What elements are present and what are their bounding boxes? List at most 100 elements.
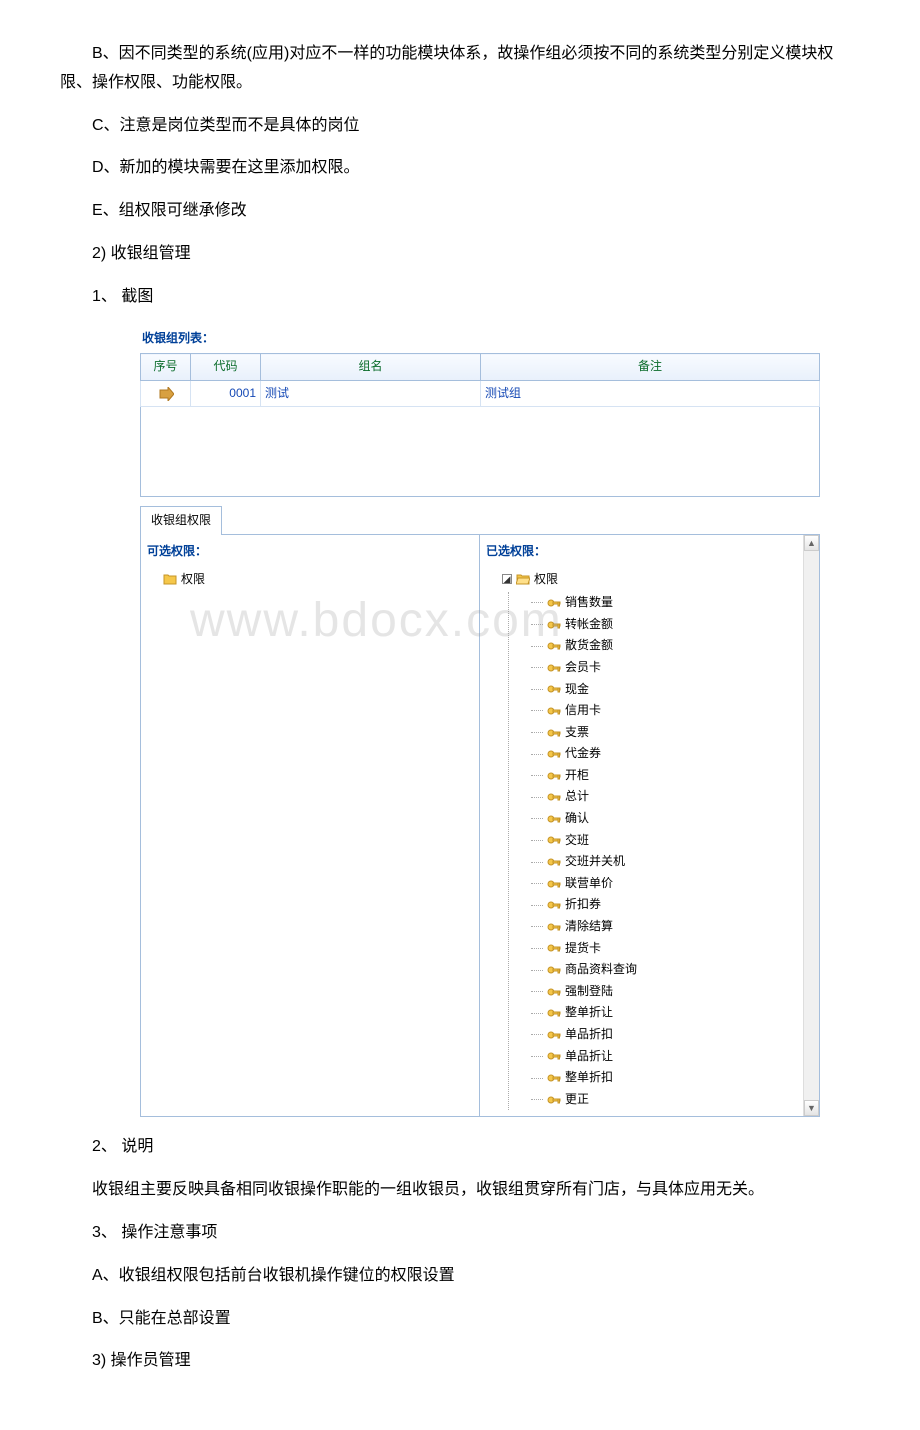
tree-root-selected-label: 权限: [534, 569, 558, 591]
tree-item-label: 现金: [565, 679, 589, 701]
table-header-row: 序号 代码 组名 备注: [141, 354, 820, 381]
tree-item[interactable]: 整单折让: [531, 1002, 813, 1024]
tree-connector: [531, 602, 543, 603]
col-remark: 备注: [481, 354, 820, 381]
screenshot-panel: www.bdocx.com 收银组列表： 序号 代码 组名 备注 0001 测试…: [60, 328, 860, 1118]
tree-item[interactable]: 折扣券: [531, 894, 813, 916]
paragraph-2-desc: 收银组主要反映具备相同收银操作职能的一组收银员，收银组贯穿所有门店，与具体应用无…: [60, 1176, 860, 1205]
folder-icon: [163, 573, 177, 585]
tree-item[interactable]: 确认: [531, 808, 813, 830]
col-seq: 序号: [141, 354, 191, 381]
tree-root-selected[interactable]: ◢ 权限: [502, 569, 813, 591]
tree-item-label: 强制登陆: [565, 981, 613, 1003]
key-icon: [547, 986, 561, 998]
caption-3: 3、 操作注意事项: [60, 1219, 860, 1248]
tree-item[interactable]: 提货卡: [531, 938, 813, 960]
tree-item[interactable]: 现金: [531, 679, 813, 701]
key-icon: [547, 1072, 561, 1084]
tree-connector: [531, 1013, 543, 1014]
tree-item-label: 清除结算: [565, 916, 613, 938]
tree-children: 销售数量转帐金额散货金额会员卡现金信用卡支票代金券开柜总计确认交班交班并关机联营…: [508, 592, 813, 1110]
table-empty-area: [140, 407, 820, 497]
key-icon: [547, 683, 561, 695]
key-icon: [547, 964, 561, 976]
available-tree: 权限: [147, 569, 473, 591]
list-title: 收银组列表：: [140, 328, 820, 350]
tree-item[interactable]: 单品折扣: [531, 1024, 813, 1046]
tree-item-label: 单品折扣: [565, 1024, 613, 1046]
key-icon: [547, 619, 561, 631]
key-icon: [547, 662, 561, 674]
tree-item[interactable]: 商品资料查询: [531, 959, 813, 981]
scrollbar[interactable]: ▲ ▼: [803, 535, 819, 1116]
tree-connector: [531, 1034, 543, 1035]
available-permissions-pane: 可选权限： 权限: [141, 535, 480, 1116]
tree-connector: [531, 883, 543, 884]
tree-item-label: 支票: [565, 722, 589, 744]
tree-connector: [531, 710, 543, 711]
tree-item-label: 销售数量: [565, 592, 613, 614]
tree-item[interactable]: 强制登陆: [531, 981, 813, 1003]
key-icon: [547, 640, 561, 652]
caption-2: 2、 说明: [60, 1133, 860, 1162]
scroll-down-button[interactable]: ▼: [804, 1100, 819, 1116]
tree-connector: [531, 732, 543, 733]
tree-item-label: 总计: [565, 786, 589, 808]
tree-item-label: 交班并关机: [565, 851, 625, 873]
paragraph-d: D、新加的模块需要在这里添加权限。: [60, 154, 860, 183]
key-icon: [547, 899, 561, 911]
tree-item[interactable]: 交班并关机: [531, 851, 813, 873]
tree-item-label: 单品折让: [565, 1046, 613, 1068]
available-label: 可选权限：: [147, 541, 473, 563]
tree-item-label: 整单折让: [565, 1002, 613, 1024]
tab-permissions[interactable]: 收银组权限: [140, 506, 222, 535]
tree-item[interactable]: 更正: [531, 1089, 813, 1111]
tree-item[interactable]: 销售数量: [531, 592, 813, 614]
tree-item[interactable]: 联营单价: [531, 873, 813, 895]
key-icon: [547, 921, 561, 933]
tree-item[interactable]: 转帐金额: [531, 614, 813, 636]
tree-connector: [531, 926, 543, 927]
tree-item-label: 信用卡: [565, 700, 601, 722]
tree-item[interactable]: 代金券: [531, 743, 813, 765]
tree-item[interactable]: 整单折扣: [531, 1067, 813, 1089]
key-icon: [547, 813, 561, 825]
tree-item[interactable]: 清除结算: [531, 916, 813, 938]
col-name: 组名: [261, 354, 481, 381]
tree-connector: [531, 1056, 543, 1057]
tree-item-label: 商品资料查询: [565, 959, 637, 981]
key-icon: [547, 1029, 561, 1041]
tree-connector: [531, 797, 543, 798]
scroll-up-button[interactable]: ▲: [804, 535, 819, 551]
cell-code: 0001: [191, 380, 261, 407]
key-icon: [547, 748, 561, 760]
table-row[interactable]: 0001 测试 测试组: [141, 380, 820, 407]
tab-bar: 收银组权限: [140, 505, 820, 534]
tree-connector: [531, 689, 543, 690]
key-icon: [547, 727, 561, 739]
tree-item-label: 转帐金额: [565, 614, 613, 636]
paragraph-e: E、组权限可继承修改: [60, 197, 860, 226]
tree-item[interactable]: 总计: [531, 786, 813, 808]
section-3-title: 3) 操作员管理: [60, 1347, 860, 1376]
selected-permissions-pane: ▲ ▼ 已选权限： ◢ 权限 销售数量转帐金额散货金额会员卡现金信用卡支票代金券…: [480, 535, 819, 1116]
tree-item-label: 确认: [565, 808, 589, 830]
tree-root-label: 权限: [181, 569, 205, 591]
tree-item[interactable]: 散货金额: [531, 635, 813, 657]
folder-open-icon: [516, 573, 530, 585]
tree-root-available[interactable]: 权限: [163, 569, 473, 591]
tree-collapse-icon[interactable]: ◢: [502, 574, 512, 584]
tree-item[interactable]: 信用卡: [531, 700, 813, 722]
tree-item[interactable]: 支票: [531, 722, 813, 744]
tree-item[interactable]: 开柜: [531, 765, 813, 787]
section-2-title: 2) 收银组管理: [60, 240, 860, 269]
tree-item[interactable]: 单品折让: [531, 1046, 813, 1068]
col-code: 代码: [191, 354, 261, 381]
paragraph-c: C、注意是岗位类型而不是具体的岗位: [60, 112, 860, 141]
tree-connector: [531, 970, 543, 971]
tree-item-label: 整单折扣: [565, 1067, 613, 1089]
tree-connector: [531, 991, 543, 992]
tree-item[interactable]: 交班: [531, 830, 813, 852]
tree-item[interactable]: 会员卡: [531, 657, 813, 679]
selected-tree: ◢ 权限 销售数量转帐金额散货金额会员卡现金信用卡支票代金券开柜总计确认交班交班…: [486, 569, 813, 1111]
